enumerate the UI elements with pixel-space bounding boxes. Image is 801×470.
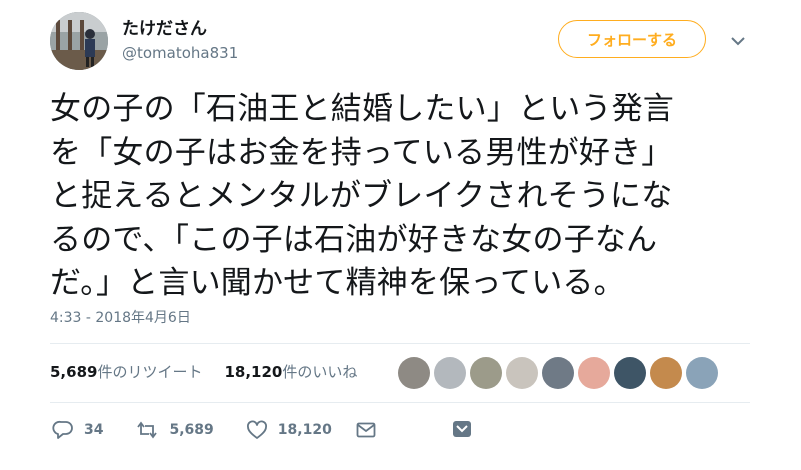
liker-avatar[interactable] xyxy=(614,357,646,389)
envelope-icon[interactable] xyxy=(356,422,376,442)
like-stat-label: 件のいいね xyxy=(282,363,358,381)
tweet-timestamp[interactable]: 4:33 - 2018年4月6日 xyxy=(50,307,191,327)
divider xyxy=(50,343,750,344)
more-menu-icon[interactable] xyxy=(452,420,472,442)
like-stat[interactable]: 18,120件のいいね xyxy=(224,361,357,382)
liker-avatars xyxy=(398,357,718,389)
liker-avatar[interactable] xyxy=(506,357,538,389)
follow-button-label: フォローする xyxy=(586,30,677,49)
like-count: 18,120 xyxy=(277,422,332,438)
like-stat-count: 18,120 xyxy=(224,363,283,381)
retweet-stat-label: 件のリツイート xyxy=(97,363,203,381)
user-handle[interactable]: @tomatoha831 xyxy=(122,44,238,62)
liker-avatar[interactable] xyxy=(686,357,718,389)
retweet-count: 5,689 xyxy=(169,422,214,438)
heart-icon xyxy=(246,420,267,439)
chevron-down-icon[interactable] xyxy=(730,32,746,46)
divider xyxy=(50,402,750,403)
retweet-stat-count: 5,689 xyxy=(50,363,98,381)
liker-avatar[interactable] xyxy=(650,357,682,389)
reply-count: 34 xyxy=(84,422,104,438)
liker-avatar[interactable] xyxy=(578,357,610,389)
like-button[interactable]: 18,120 xyxy=(246,420,332,440)
follow-button[interactable]: フォローする xyxy=(558,20,706,58)
liker-avatar[interactable] xyxy=(470,357,502,389)
liker-avatar[interactable] xyxy=(434,357,466,389)
reply-icon xyxy=(52,420,73,439)
reply-button[interactable]: 34 xyxy=(52,420,103,440)
liker-avatar[interactable] xyxy=(398,357,430,389)
liker-avatar[interactable] xyxy=(542,357,574,389)
retweet-stat[interactable]: 5,689件のリツイート xyxy=(50,361,202,382)
display-name[interactable]: たけださん xyxy=(122,14,207,39)
retweet-icon xyxy=(137,421,158,439)
retweet-button[interactable]: 5,689 xyxy=(135,421,214,439)
user-avatar[interactable] xyxy=(50,12,108,70)
tweet-actions: 34 5,689 18,120 xyxy=(52,420,364,440)
tweet-stats: 5,689件のリツイート 18,120件のいいね xyxy=(50,361,357,382)
tweet-text: 女の子の「石油王と結婚したい」という発言 を「女の子はお金を持っている男性が好き… xyxy=(50,91,674,301)
